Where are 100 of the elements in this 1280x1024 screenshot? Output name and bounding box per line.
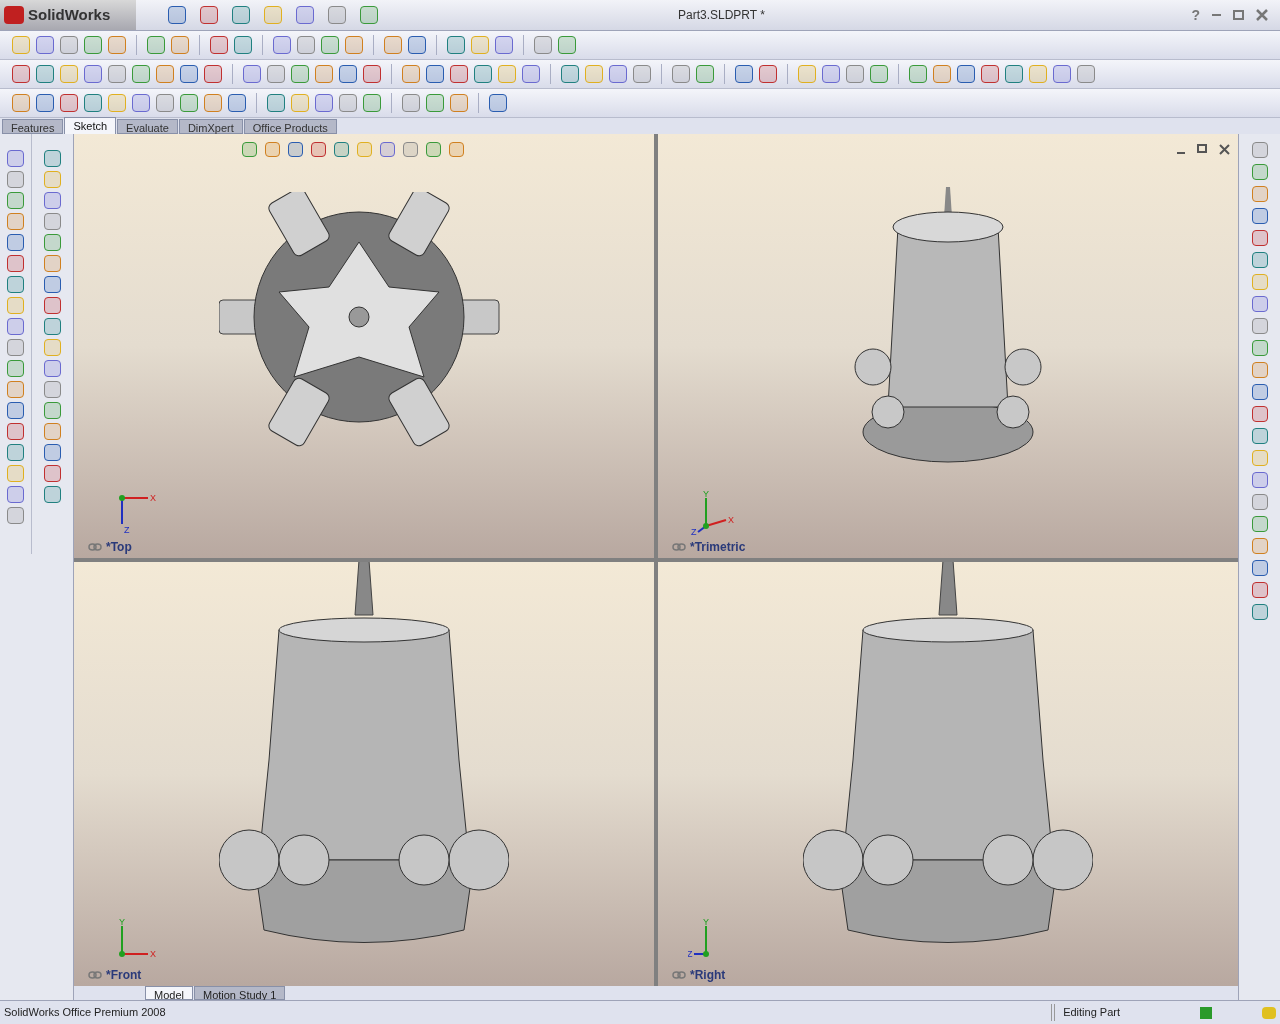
tool-icon[interactable] — [633, 65, 651, 83]
tool-icon[interactable] — [1251, 318, 1268, 334]
tool-icon[interactable] — [933, 65, 951, 83]
tool-icon[interactable] — [561, 65, 579, 83]
tool-icon[interactable] — [7, 381, 24, 398]
tool-icon[interactable] — [489, 94, 507, 112]
command-tab[interactable]: Office Products — [243, 119, 337, 134]
tool-icon[interactable] — [315, 94, 333, 112]
tool-icon[interactable] — [156, 94, 174, 112]
tool-icon[interactable] — [1251, 340, 1268, 356]
tool-icon[interactable] — [363, 65, 381, 83]
tool-icon[interactable] — [909, 65, 927, 83]
tool-icon[interactable] — [204, 65, 222, 83]
tool-icon[interactable] — [384, 36, 402, 54]
tool-icon[interactable] — [36, 65, 54, 83]
tool-icon[interactable] — [7, 486, 24, 503]
tool-icon[interactable] — [132, 94, 150, 112]
tool-icon[interactable] — [60, 94, 78, 112]
tool-icon[interactable] — [243, 65, 261, 83]
tool-icon[interactable] — [297, 36, 315, 54]
tool-icon[interactable] — [558, 36, 576, 54]
tool-icon[interactable] — [1251, 516, 1268, 532]
tool-icon[interactable] — [1251, 362, 1268, 378]
tool-icon[interactable] — [1251, 252, 1268, 268]
tool-icon[interactable] — [1251, 142, 1268, 158]
tool-icon[interactable] — [234, 36, 252, 54]
restore-icon[interactable] — [1197, 143, 1207, 153]
viewport[interactable]: Z Y *Right — [658, 562, 1238, 986]
app-menu-button[interactable]: SolidWorks — [0, 0, 136, 30]
tool-icon[interactable] — [296, 6, 314, 24]
viewport[interactable]: X Y Z *Trimetric — [658, 134, 1238, 558]
tool-icon[interactable] — [265, 141, 280, 157]
restore-icon[interactable] — [1233, 10, 1244, 20]
tool-icon[interactable] — [43, 297, 61, 314]
tool-icon[interactable] — [108, 36, 126, 54]
tool-icon[interactable] — [408, 36, 426, 54]
command-tab[interactable]: Features — [2, 119, 64, 134]
tool-icon[interactable] — [273, 36, 291, 54]
tool-icon[interactable] — [168, 6, 186, 24]
tool-icon[interactable] — [43, 360, 61, 377]
tool-icon[interactable] — [447, 36, 465, 54]
tool-icon[interactable] — [43, 486, 61, 503]
tool-icon[interactable] — [1251, 230, 1268, 246]
tool-icon[interactable] — [1077, 65, 1095, 83]
tool-icon[interactable] — [1251, 538, 1268, 554]
tool-icon[interactable] — [450, 94, 468, 112]
tool-icon[interactable] — [339, 94, 357, 112]
tool-icon[interactable] — [1251, 560, 1268, 576]
tool-icon[interactable] — [43, 465, 61, 482]
tool-icon[interactable] — [403, 141, 418, 157]
tool-icon[interactable] — [402, 94, 420, 112]
tool-icon[interactable] — [147, 36, 165, 54]
tool-icon[interactable] — [84, 94, 102, 112]
tool-icon[interactable] — [696, 65, 714, 83]
tool-icon[interactable] — [360, 6, 378, 24]
tool-icon[interactable] — [210, 36, 228, 54]
tool-icon[interactable] — [426, 141, 441, 157]
tool-icon[interactable] — [7, 360, 24, 377]
model-tab[interactable]: Motion Study 1 — [193, 986, 286, 1000]
tool-icon[interactable] — [981, 65, 999, 83]
tool-icon[interactable] — [171, 36, 189, 54]
close-icon[interactable] — [1219, 143, 1230, 155]
tool-icon[interactable] — [232, 6, 250, 24]
tool-icon[interactable] — [426, 94, 444, 112]
tool-icon[interactable] — [43, 402, 61, 419]
tool-icon[interactable] — [1251, 208, 1268, 224]
tool-icon[interactable] — [7, 318, 24, 335]
tool-icon[interactable] — [7, 339, 24, 356]
tool-icon[interactable] — [495, 36, 513, 54]
tool-icon[interactable] — [180, 65, 198, 83]
tool-icon[interactable] — [1251, 494, 1268, 510]
tool-icon[interactable] — [43, 423, 61, 440]
tool-icon[interactable] — [534, 36, 552, 54]
tool-icon[interactable] — [870, 65, 888, 83]
tool-icon[interactable] — [291, 65, 309, 83]
help-icon[interactable]: ? — [1191, 4, 1200, 26]
tool-icon[interactable] — [474, 65, 492, 83]
tool-icon[interactable] — [846, 65, 864, 83]
tool-icon[interactable] — [426, 65, 444, 83]
tool-icon[interactable] — [1251, 604, 1268, 620]
viewport[interactable]: X Y *Front — [74, 562, 654, 986]
tool-icon[interactable] — [1251, 582, 1268, 598]
tool-icon[interactable] — [7, 171, 24, 188]
tool-icon[interactable] — [43, 276, 61, 293]
tool-icon[interactable] — [156, 65, 174, 83]
tool-icon[interactable] — [84, 65, 102, 83]
tool-icon[interactable] — [108, 65, 126, 83]
tool-icon[interactable] — [449, 141, 464, 157]
tool-icon[interactable] — [12, 94, 30, 112]
tool-icon[interactable] — [242, 141, 257, 157]
tool-icon[interactable] — [43, 150, 61, 167]
tool-icon[interactable] — [450, 65, 468, 83]
tool-icon[interactable] — [315, 65, 333, 83]
tool-icon[interactable] — [328, 6, 346, 24]
tool-icon[interactable] — [204, 94, 222, 112]
tool-icon[interactable] — [180, 94, 198, 112]
tool-icon[interactable] — [339, 65, 357, 83]
tool-icon[interactable] — [1251, 472, 1268, 488]
tool-icon[interactable] — [228, 94, 246, 112]
tool-icon[interactable] — [7, 423, 24, 440]
